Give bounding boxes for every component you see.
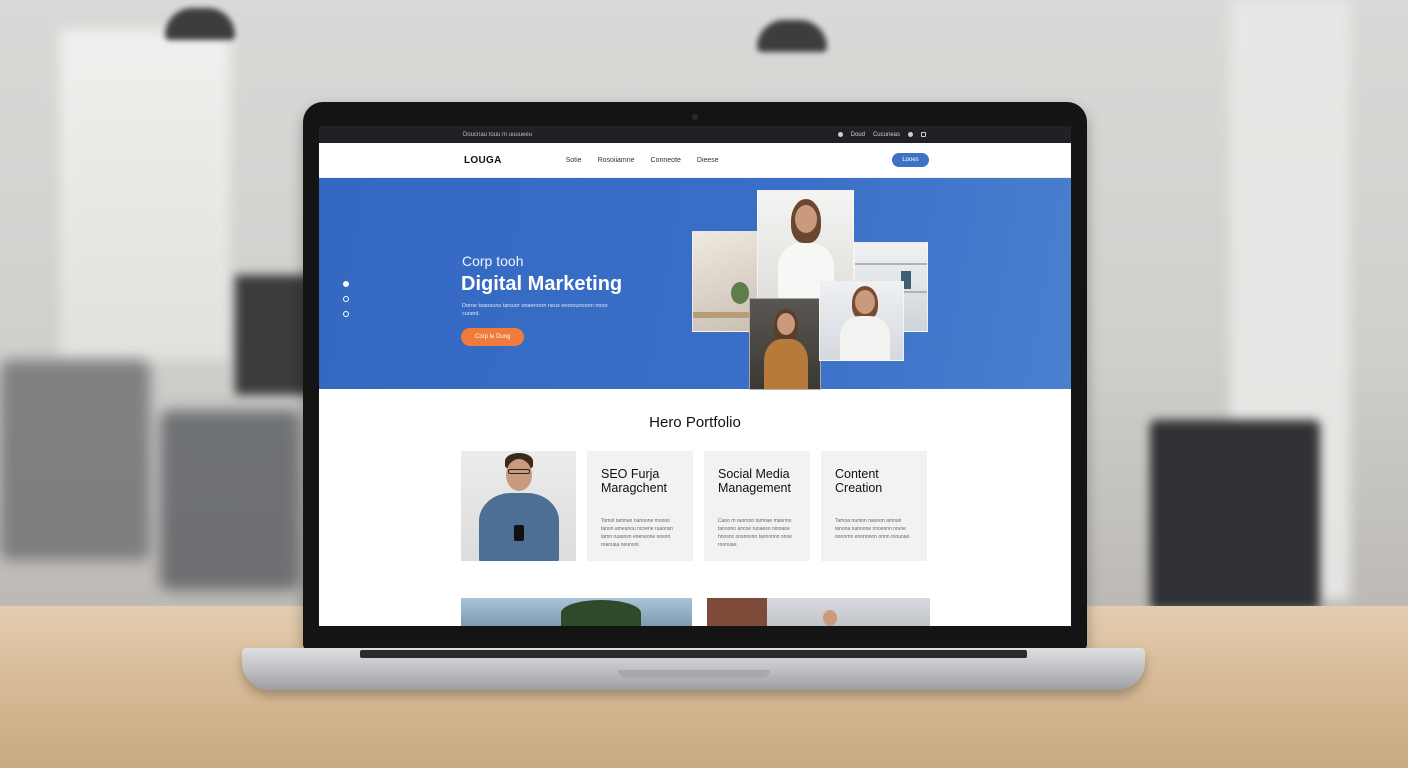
slider-dot-active[interactable]	[343, 281, 349, 287]
hero-pretitle: Corp tooh	[462, 253, 524, 269]
brand-logo[interactable]: LOUGA	[464, 155, 502, 166]
keyboard	[360, 650, 1027, 658]
woman-smiling-photo	[819, 281, 904, 361]
utility-links: Doud Cucuneas	[837, 132, 926, 138]
laptop-base	[242, 648, 1145, 690]
service-card-body: Caoo m raornon tamnae masnno tanoono anc…	[718, 518, 792, 548]
trackpad-notch	[618, 670, 770, 678]
nav-item[interactable]: Conneote	[651, 157, 681, 164]
hero-cta-button[interactable]: Corp le Dung	[461, 328, 525, 346]
hero-title: Digital Marketing	[461, 273, 623, 295]
palm-tree-photo	[461, 598, 692, 626]
user-icon[interactable]	[908, 132, 913, 137]
hero-banner: Corp tooh Digital Marketing Doroe toaoou…	[319, 178, 1071, 390]
man-with-phone-photo	[461, 451, 576, 561]
service-card-title: Content Creation	[835, 467, 883, 495]
pendant-lamp	[165, 8, 235, 40]
cart-icon[interactable]	[921, 132, 926, 137]
pendant-lamp	[757, 20, 827, 52]
woman-tablet-photo	[749, 298, 821, 390]
slider-dot[interactable]	[343, 311, 349, 317]
services-row: SEO Furja Maragchent Tomol tamnan nanoon…	[461, 451, 927, 561]
service-card-body: Tamoa nanton naooon amnan tanona nanoone…	[835, 518, 911, 540]
top-utility-bar: Doucnau touu m uuuueeu Doud Cucuneas	[319, 126, 1071, 143]
webcam	[692, 114, 698, 120]
slider-dot[interactable]	[343, 296, 349, 302]
background-cabinet	[1150, 420, 1320, 610]
section-title: Hero Portfolio	[649, 414, 741, 431]
background-chair	[0, 360, 150, 560]
hero-description: Doroe toaoouns tarsuor onaeroron neus eo…	[462, 303, 608, 317]
service-card-title: SEO Furja Maragchent	[601, 467, 668, 495]
nav-menu: Sotie Rosoiiamne Conneote Dieese	[566, 157, 719, 164]
service-card[interactable]: SEO Furja Maragchent Tomol tamnan nanoon…	[587, 451, 693, 561]
utility-link[interactable]: Cucuneas	[873, 132, 900, 138]
slider-dots	[343, 281, 349, 317]
location-icon	[837, 132, 843, 137]
utility-link[interactable]: Doud	[851, 132, 865, 138]
nav-cta-button[interactable]: Looes	[892, 153, 929, 167]
building-photo	[707, 598, 930, 626]
background-window	[60, 30, 230, 360]
nav-item[interactable]: Sotie	[566, 157, 582, 164]
main-navigation: LOUGA Sotie Rosoiiamne Conneote Dieese L…	[319, 143, 1071, 178]
service-card-body: Tomol tamnan nanoone moooo tanon ameunou…	[601, 518, 674, 548]
utility-text: Doucnau touu m uuuueeu	[463, 131, 533, 138]
service-card[interactable]: Social Media Management Caoo m raornon t…	[704, 451, 810, 561]
nav-item[interactable]: Dieese	[697, 157, 719, 164]
service-card-title: Social Media Management	[718, 467, 791, 495]
nav-item[interactable]: Rosoiiamne	[598, 157, 635, 164]
background-chair	[160, 410, 300, 590]
website-screen: Doucnau touu m uuuueeu Doud Cucuneas LOU…	[319, 126, 1071, 626]
service-card[interactable]: Content Creation Tamoa nanton naooon amn…	[821, 451, 927, 561]
